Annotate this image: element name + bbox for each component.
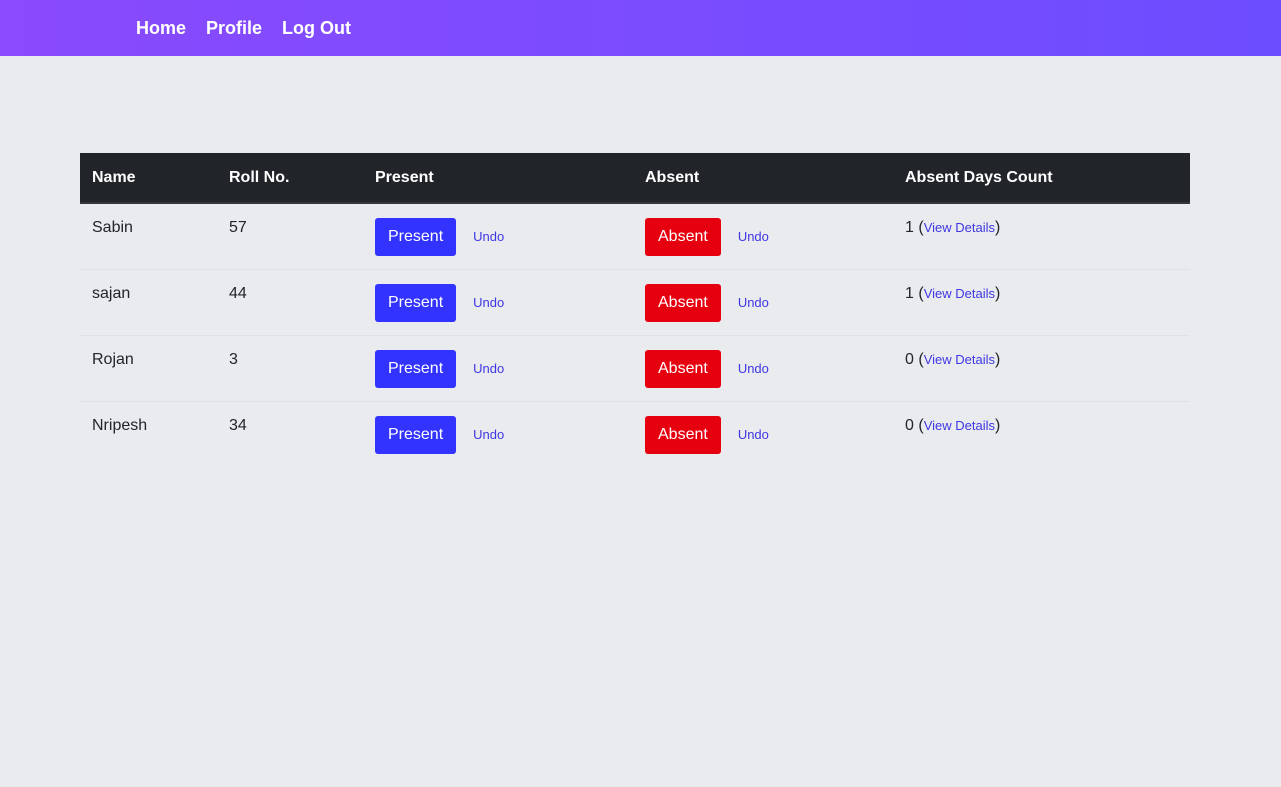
table-row: sajan 44 Present Undo Absent Undo 1 (View … [80,269,1190,336]
present-button[interactable]: Present [375,218,457,256]
header-name: Name [80,153,217,204]
table-row: Rojan 3 Present Undo Absent Undo 0 (View D… [80,335,1190,402]
table-header-row: Name Roll No. Present Absent Absent Days… [80,153,1190,204]
absent-cell: Absent Undo [633,269,893,336]
absent-button[interactable]: Absent [645,350,721,388]
header-roll: Roll No. [217,153,363,204]
table-header: Name Roll No. Present Absent Absent Days… [80,153,1190,204]
header-absent-count: Absent Days Count [893,153,1190,204]
absent-count: 1 [905,285,914,302]
present-cell: Present Undo [363,402,633,468]
absent-undo-link[interactable]: Undo [738,349,769,389]
present-button[interactable]: Present [375,350,457,388]
student-name: Nripesh [92,417,148,434]
roll-number: 34 [229,417,247,434]
absent-count-cell: 1 (View Details) [893,203,1190,270]
header-absent: Absent [633,153,893,204]
present-undo-link[interactable]: Undo [473,349,504,389]
roll-number: 44 [217,269,363,336]
table-row: Sabin 57 Present Undo Absent Undo 1 (View … [80,203,1190,270]
absent-count-cell: 0 (View Details) [905,417,1001,434]
absent-undo-link[interactable]: Undo [738,217,769,257]
absent-cell: Absent Undo [633,203,893,270]
table-body: Sabin 57 Present Undo Absent Undo 1 (View … [80,203,1190,467]
absent-cell: Absent Undo [633,335,893,402]
absent-cell: Absent Undo [633,402,893,468]
absent-button[interactable]: Absent [645,218,721,256]
present-cell: Present Undo [363,203,633,270]
absent-count: 0 [905,351,914,368]
attendance-table-container: Name Roll No. Present Absent Absent Days… [80,153,1190,467]
present-undo-link[interactable]: Undo [473,283,504,323]
absent-count: 0 [905,417,914,434]
top-navbar: Home Profile Log Out [0,0,1281,56]
absent-undo-link[interactable]: Undo [738,415,769,455]
attendance-table: Name Roll No. Present Absent Absent Days… [80,153,1190,467]
student-name: Rojan [80,335,217,402]
absent-count: 1 [905,219,914,236]
present-undo-link[interactable]: Undo [473,415,504,455]
student-name: sajan [80,269,217,336]
view-details-link[interactable]: View Details [924,352,995,367]
absent-count-cell: 0 (View Details) [893,335,1190,402]
header-present: Present [363,153,633,204]
present-cell: Present Undo [363,335,633,402]
absent-undo-link[interactable]: Undo [738,283,769,323]
nav-profile-link[interactable]: Profile [206,18,262,39]
view-details-link[interactable]: View Details [924,286,995,301]
present-button[interactable]: Present [375,284,457,322]
present-button[interactable]: Present [375,416,457,454]
view-details-link[interactable]: View Details [924,220,995,235]
roll-number: 57 [217,203,363,270]
student-name: Sabin [80,203,217,270]
table-row: Nripesh 34 Present Undo Absent Undo 0 (Vie… [80,402,1190,468]
present-undo-link[interactable]: Undo [473,217,504,257]
absent-button[interactable]: Absent [645,416,721,454]
absent-button[interactable]: Absent [645,284,721,322]
roll-number: 3 [217,335,363,402]
nav-home-link[interactable]: Home [136,18,186,39]
present-cell: Present Undo [363,269,633,336]
view-details-link[interactable]: View Details [924,418,995,433]
absent-count-cell: 1 (View Details) [893,269,1190,336]
nav-logout-link[interactable]: Log Out [282,18,351,39]
